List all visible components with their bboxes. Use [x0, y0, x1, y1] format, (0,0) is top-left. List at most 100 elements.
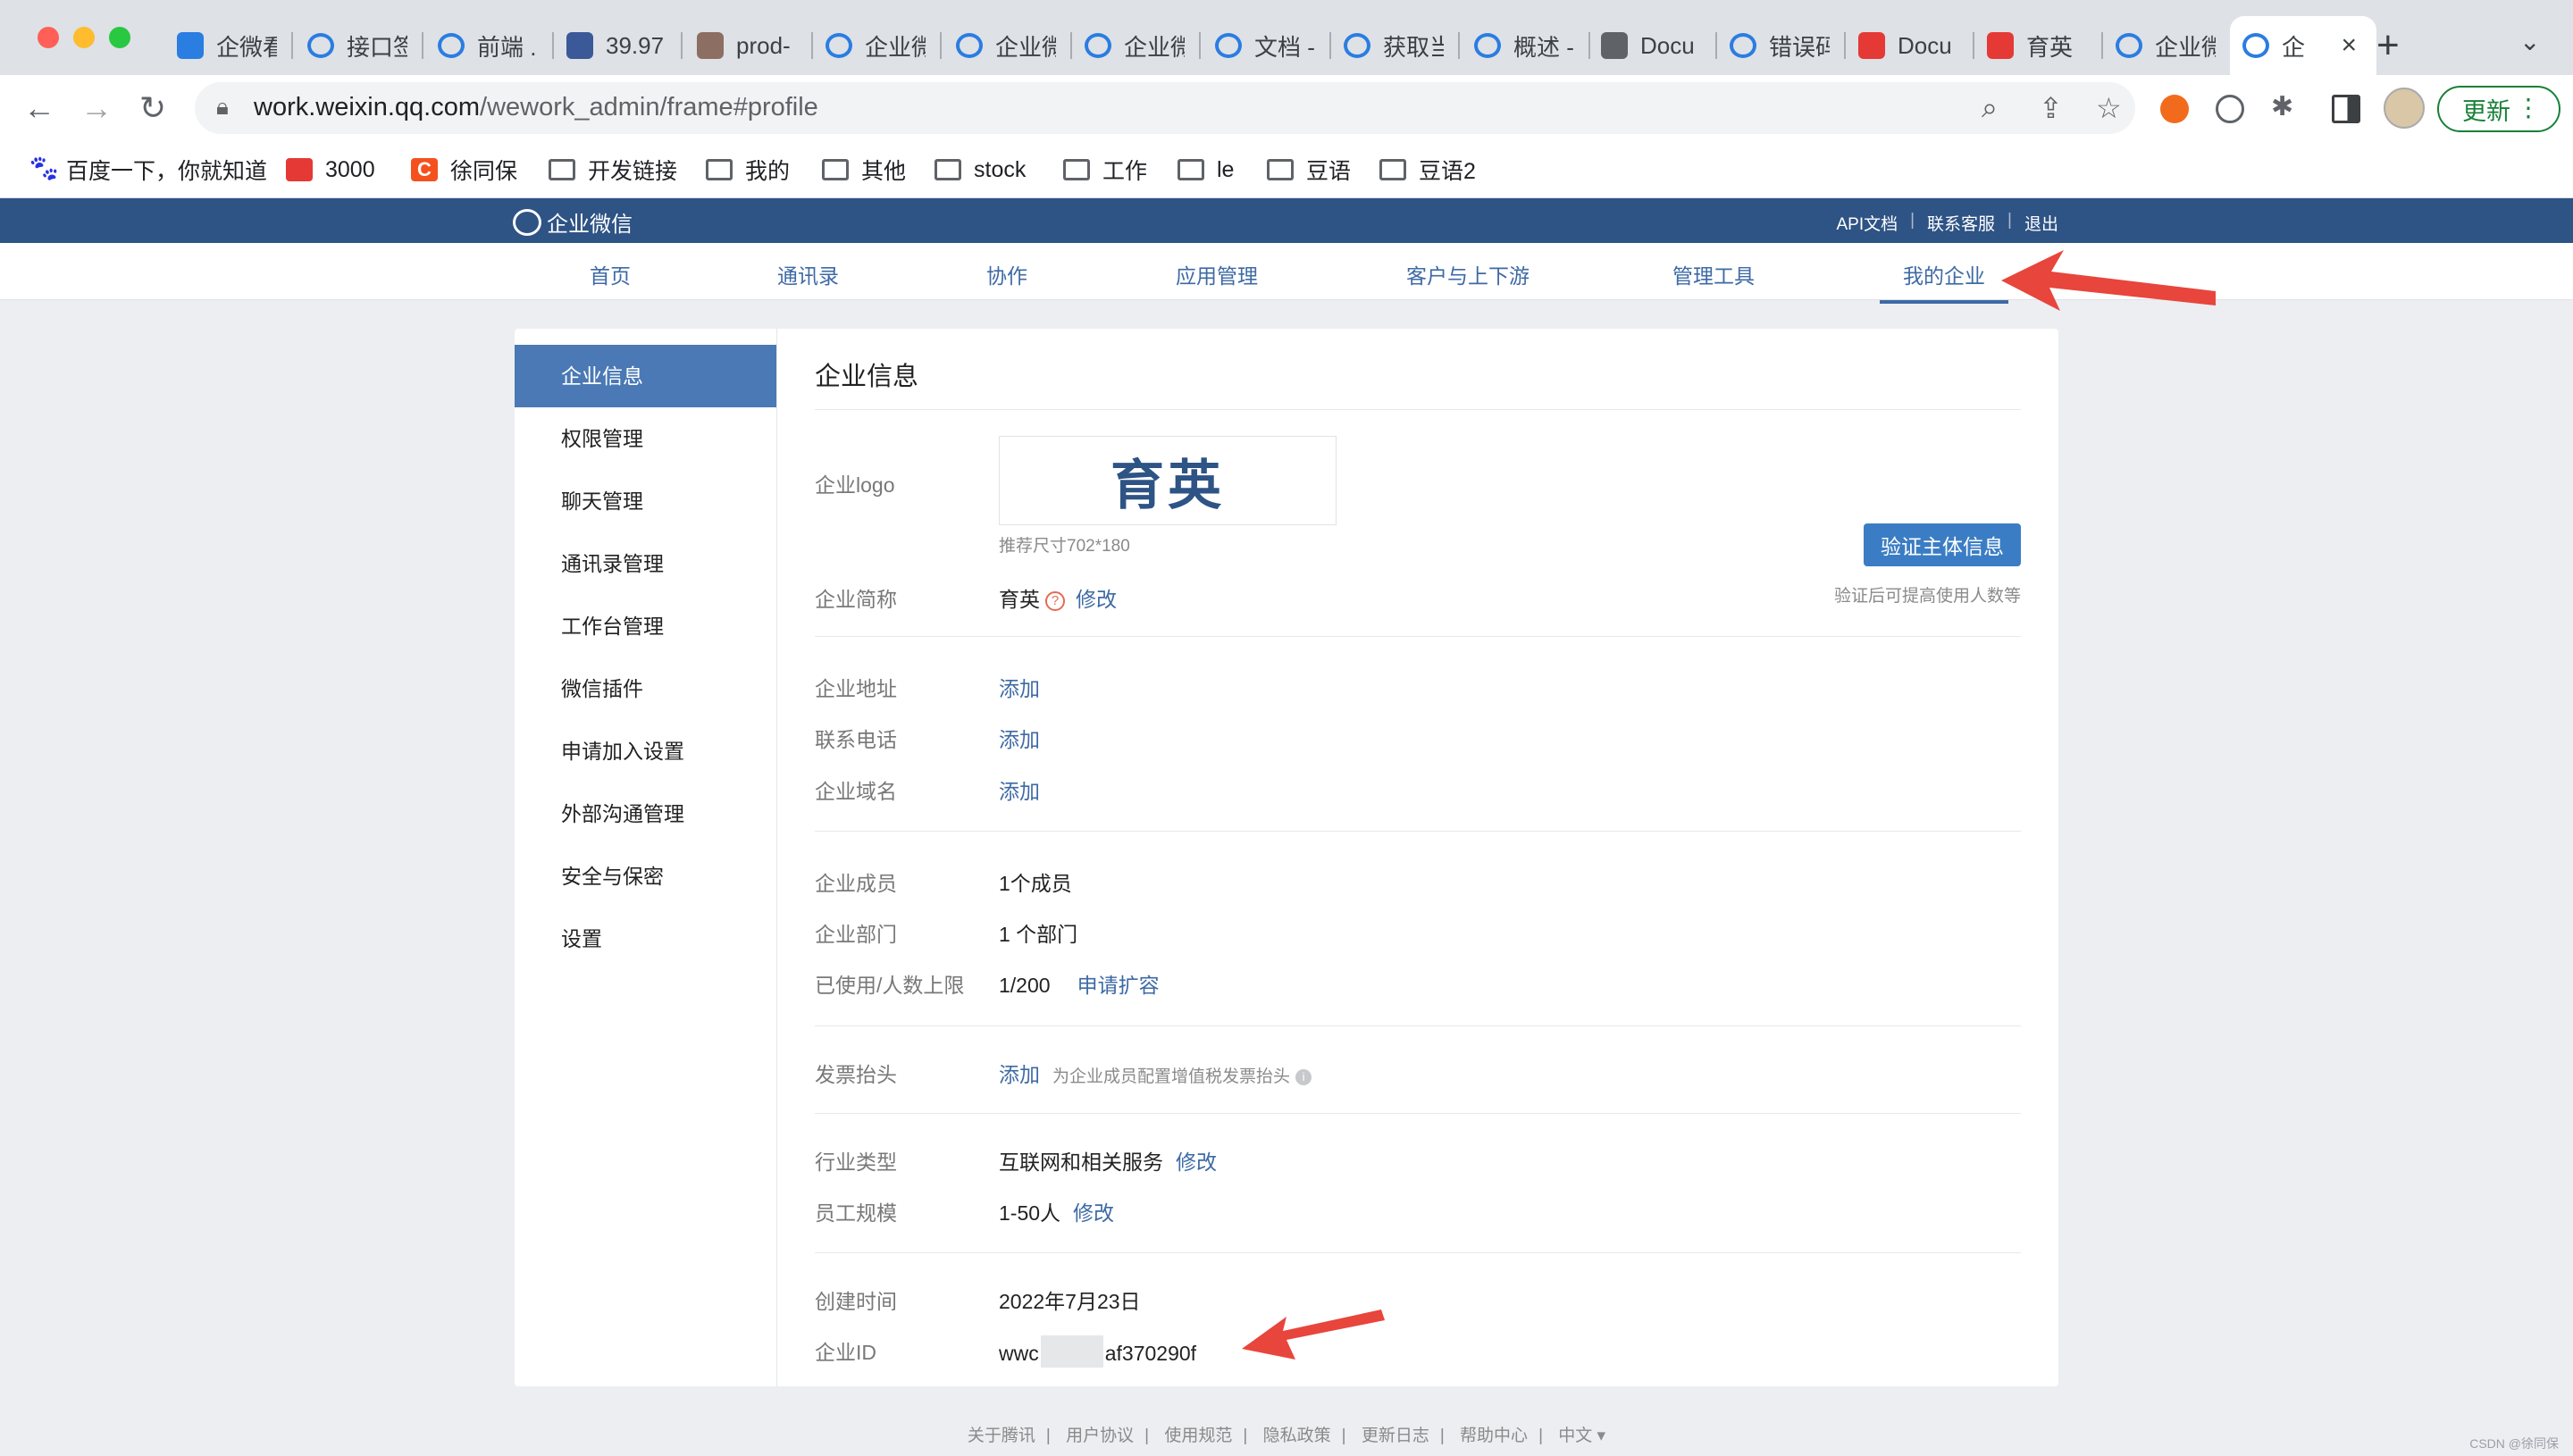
browser-tab[interactable]: 企微看 — [164, 16, 293, 75]
browser-tab[interactable]: 企业微 — [813, 16, 942, 75]
folder-icon — [706, 159, 733, 180]
browser-tab[interactable]: 前端 . — [425, 16, 554, 75]
browser-tab[interactable]: 接口签 — [295, 16, 423, 75]
sidebar-item-wechat-plugin[interactable]: 微信插件 — [515, 657, 776, 720]
browser-tab[interactable]: 文档 - — [1203, 16, 1331, 75]
address-bar[interactable]: 🔒︎ work.weixin.qq.com/wework_admin/frame… — [195, 82, 2135, 134]
more-menu-icon[interactable]: ⋮ — [2516, 93, 2541, 122]
bookmark-item[interactable]: 开发链接 — [549, 150, 677, 189]
add-domain-link[interactable]: 添加 — [999, 774, 1040, 805]
footer-about-link[interactable]: 关于腾讯 — [968, 1427, 1035, 1445]
nav-app-management[interactable]: 应用管理 — [1176, 259, 1258, 289]
sidebar-item-join-settings[interactable]: 申请加入设置 — [515, 720, 776, 782]
bookmark-item[interactable]: C 徐同保 — [411, 150, 517, 189]
enterprise-logo[interactable]: 育英 — [999, 436, 1337, 525]
extensions-puzzle-icon[interactable]: ✱ — [2271, 91, 2293, 122]
bookmark-item[interactable]: 工作 — [1063, 150, 1147, 189]
close-window-button[interactable] — [38, 27, 59, 48]
footer-privacy-link[interactable]: 隐私政策 — [1263, 1427, 1331, 1445]
tab-search-chevron-icon[interactable]: ⌄ — [2519, 27, 2540, 56]
browser-tab[interactable]: Docu — [1588, 16, 1717, 75]
browser-tab[interactable]: 企 × — [2230, 16, 2376, 75]
share-icon[interactable]: ⇪ — [2039, 91, 2063, 125]
edit-staff-size-link[interactable]: 修改 — [1073, 1201, 1114, 1225]
nav-contacts[interactable]: 通讯录 — [777, 259, 839, 289]
browser-tab[interactable]: 企业微 — [1072, 16, 1201, 75]
new-tab-button[interactable]: + — [2376, 23, 2400, 68]
browser-tab[interactable]: 获取当 — [1331, 16, 1460, 75]
corp-id-value[interactable]: wwc af370290f — [999, 1335, 1196, 1368]
footer-usage-rules-link[interactable]: 使用规范 — [1164, 1427, 1232, 1445]
bookmark-item[interactable]: 3000 — [286, 150, 375, 189]
url-text[interactable]: work.weixin.qq.com/wework_admin/frame#pr… — [254, 93, 818, 122]
bookmark-item[interactable]: 豆语2 — [1379, 150, 1476, 189]
reload-icon[interactable]: ↻ — [139, 89, 166, 127]
footer-changelog-link[interactable]: 更新日志 — [1362, 1427, 1429, 1445]
forward-arrow-icon[interactable]: → — [80, 89, 113, 127]
jenkins-icon — [697, 32, 724, 59]
nav-collaboration[interactable]: 协作 — [986, 259, 1027, 289]
sidebar-item-security[interactable]: 安全与保密 — [515, 845, 776, 908]
apply-expansion-link[interactable]: 申请扩容 — [1077, 974, 1160, 997]
baidu-icon: 🐾︎ — [27, 155, 62, 184]
nav-home[interactable]: 首页 — [590, 259, 631, 289]
nav-management-tools[interactable]: 管理工具 — [1672, 259, 1755, 289]
side-panel-icon[interactable] — [2332, 95, 2360, 123]
browser-tab[interactable]: 概述 - — [1462, 16, 1590, 75]
add-invoice-link[interactable]: 添加 — [999, 1063, 1040, 1086]
browser-tab[interactable]: prod- — [684, 16, 813, 75]
sidebar-item-settings[interactable]: 设置 — [515, 908, 776, 970]
logout-link[interactable]: 退出 — [2024, 211, 2058, 235]
zoom-window-button[interactable] — [109, 27, 130, 48]
footer-help-link[interactable]: 帮助中心 — [1460, 1427, 1528, 1445]
browser-tab[interactable]: 企业微 — [943, 16, 1072, 75]
server-icon — [566, 32, 593, 59]
minimize-window-button[interactable] — [73, 27, 95, 48]
wechat-work-icon — [2242, 33, 2269, 58]
footer-user-agreement-link[interactable]: 用户协议 — [1066, 1427, 1134, 1445]
add-address-link[interactable]: 添加 — [999, 672, 1040, 702]
verify-entity-button[interactable]: 验证主体信息 — [1864, 523, 2021, 566]
help-question-icon[interactable]: ? — [1045, 591, 1065, 611]
bookmark-item[interactable]: stock — [934, 150, 1026, 189]
sidebar-item-external-communication[interactable]: 外部沟通管理 — [515, 782, 776, 845]
contact-support-link[interactable]: 联系客服 — [1927, 211, 1995, 235]
edit-industry-link[interactable]: 修改 — [1176, 1151, 1217, 1174]
members-label: 企业成员 — [815, 872, 897, 895]
nav-customers[interactable]: 客户与上下游 — [1406, 259, 1530, 289]
bookmark-item[interactable]: 豆语 — [1267, 150, 1351, 189]
tab-separator — [422, 32, 423, 59]
sidebar-item-permissions[interactable]: 权限管理 — [515, 407, 776, 470]
sidebar-item-chat-management[interactable]: 聊天管理 — [515, 470, 776, 532]
bookmark-item[interactable]: le — [1178, 150, 1234, 189]
divider — [815, 409, 2021, 410]
bookmark-item[interactable]: 我的 — [706, 150, 790, 189]
browser-tab[interactable]: 错误码 — [1717, 16, 1846, 75]
sidebar-item-contacts-management[interactable]: 通讯录管理 — [515, 532, 776, 595]
profile-avatar[interactable] — [2384, 88, 2425, 129]
bookmark-item[interactable]: 其他 — [822, 150, 906, 189]
nav-my-enterprise[interactable]: 我的企业 — [1880, 259, 2008, 304]
back-arrow-icon[interactable]: ← — [23, 89, 55, 127]
browser-tab[interactable]: Docu — [1846, 16, 1974, 75]
api-docs-link[interactable]: API文档 — [1836, 211, 1898, 235]
bookmark-label: 徐同保 — [450, 159, 518, 184]
extension-gamepad-icon[interactable] — [2216, 95, 2244, 123]
brand-logo[interactable]: 企业微信 — [513, 206, 633, 238]
edit-short-name-link[interactable]: 修改 — [1076, 588, 1117, 611]
sidebar-item-enterprise-info[interactable]: 企业信息 — [515, 345, 776, 407]
add-phone-link[interactable]: 添加 — [999, 723, 1040, 753]
info-icon[interactable]: i — [1295, 1069, 1312, 1085]
divider — [815, 1252, 2021, 1253]
browser-tab[interactable]: 企业微 — [2103, 16, 2232, 75]
sidebar-item-workbench[interactable]: 工作台管理 — [515, 595, 776, 657]
footer-language-select[interactable]: 中文 ▾ — [1558, 1427, 1605, 1445]
bookmark-item[interactable]: 🐾︎ 百度一下，你就知道 — [27, 150, 267, 189]
close-tab-icon[interactable]: × — [2341, 30, 2357, 61]
extension-orange-icon[interactable] — [2160, 95, 2189, 123]
zoom-icon[interactable]: ⌕ — [1982, 91, 1998, 125]
browser-tab[interactable]: 39.97 — [554, 16, 683, 75]
browser-tab[interactable]: 育英 — [1974, 16, 2103, 75]
bookmark-star-icon[interactable]: ☆ — [2096, 91, 2122, 125]
update-button[interactable]: 更新 ⋮ — [2437, 86, 2560, 132]
